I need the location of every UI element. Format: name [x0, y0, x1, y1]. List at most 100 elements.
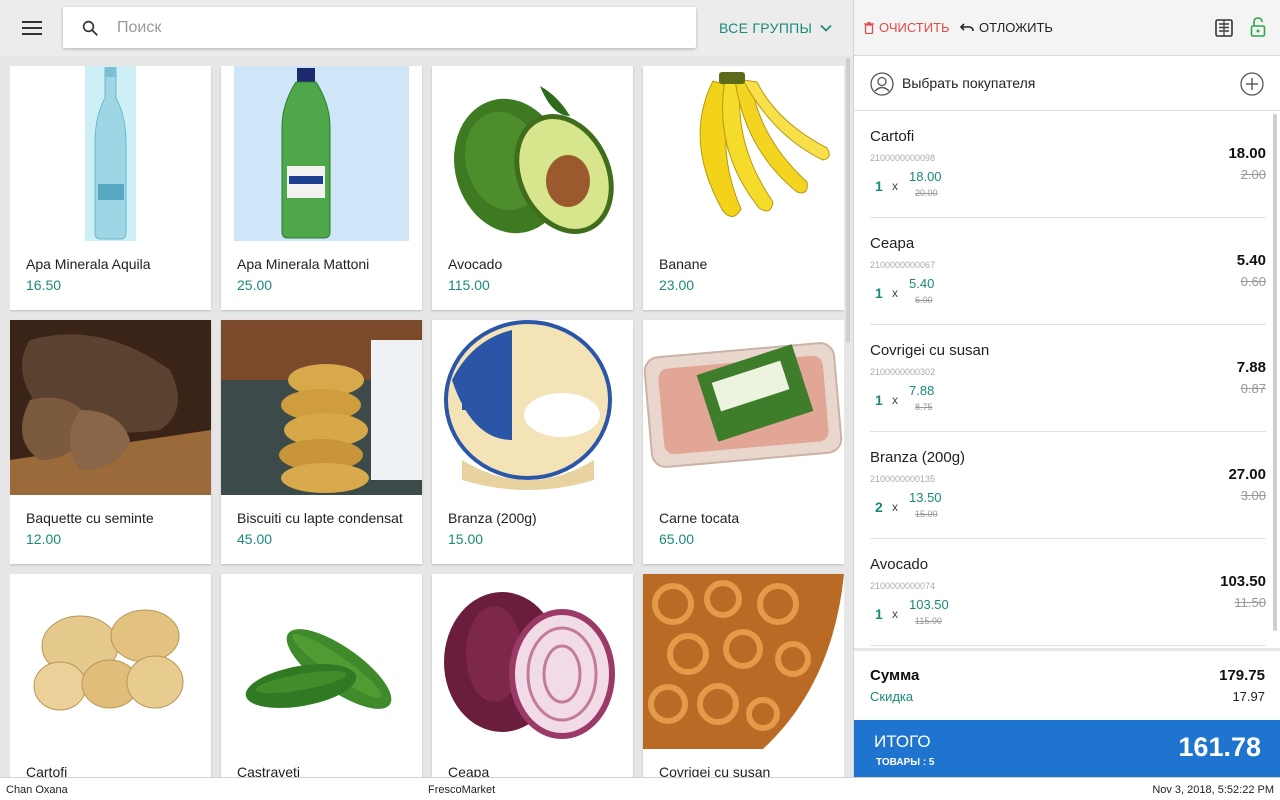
hamburger-icon-bar [22, 33, 42, 35]
product-name: Banane [659, 256, 708, 272]
line-code: 2100000000067 [870, 260, 936, 270]
product-name: Carne tocata [659, 510, 740, 526]
line-code: 2100000000135 [870, 474, 936, 484]
product-card[interactable]: Carne tocata 65.00 [643, 320, 844, 564]
line-unit-price: 5.40 [909, 276, 935, 291]
discount-value: 17.97 [1232, 689, 1265, 704]
line-total: 27.00 [1228, 466, 1266, 483]
line-old-price: 20.00 [915, 188, 938, 198]
product-card[interactable]: Avocado 115.00 [432, 66, 633, 310]
search-input[interactable] [117, 15, 677, 40]
cart-line[interactable]: Avocado 2100000000074 1 x 103.50 115.00 … [870, 539, 1266, 646]
product-image-onion [432, 574, 633, 749]
line-total: 18.00 [1228, 145, 1266, 162]
search-icon[interactable] [81, 19, 99, 37]
cart-summary: Сумма 179.75 Скидка 17.97 [854, 648, 1280, 720]
product-image-minced-meat-tray [643, 320, 844, 495]
line-multiply: x [892, 607, 898, 621]
cart-line[interactable]: Branza (200g) 2100000000135 2 x 13.50 15… [870, 432, 1266, 539]
line-qty[interactable]: 1 [875, 285, 883, 301]
product-price: 12.00 [26, 531, 62, 547]
sum-value: 179.75 [1219, 667, 1265, 684]
line-code: 2100000000074 [870, 581, 936, 591]
line-discount: 2.00 [1240, 167, 1266, 182]
total-value: 161.78 [1178, 732, 1261, 762]
discount-label[interactable]: Скидка [870, 689, 913, 704]
customer-label[interactable]: Выбрать покупателя [902, 75, 1035, 91]
product-image-water-bottle [10, 66, 211, 241]
product-card[interactable]: Apa Minerala Mattoni 25.00 [221, 66, 422, 310]
cart-toolbar: ОЧИСТИТЬ ОТЛОЖИТЬ [854, 0, 1280, 56]
total-label: ИТОГО [874, 732, 931, 751]
line-discount: 11.50 [1234, 595, 1266, 610]
line-qty[interactable]: 1 [875, 178, 883, 194]
product-price: 45.00 [237, 531, 273, 547]
line-total: 7.88 [1236, 359, 1266, 376]
line-old-price: 15.00 [915, 509, 938, 519]
cart-panel: ОЧИСТИТЬ ОТЛОЖИТЬ Выбрать покупателя Car… [853, 0, 1280, 777]
line-old-price: 115.00 [915, 616, 942, 626]
product-image-bread [10, 320, 211, 495]
line-unit-price: 103.50 [909, 597, 949, 612]
product-card[interactable]: Castraveti [221, 574, 422, 777]
product-card[interactable]: Branza (200g) 15.00 [432, 320, 633, 564]
product-name: Cartofi [26, 764, 68, 777]
cart-scrollbar[interactable] [1273, 114, 1277, 631]
defer-button[interactable]: ОТЛОЖИТЬ [960, 20, 1053, 35]
product-card[interactable]: Apa Minerala Aquila 16.50 [10, 66, 211, 310]
line-name: Cartofi [870, 128, 915, 145]
receipt-icon[interactable] [1214, 18, 1234, 38]
line-old-price: 6.00 [915, 295, 933, 305]
line-qty[interactable]: 1 [875, 392, 883, 408]
product-price: 15.00 [448, 531, 484, 547]
product-price: 16.50 [26, 277, 62, 293]
line-name: Branza (200g) [870, 449, 966, 466]
product-name: Castraveti [237, 764, 301, 777]
menu-button[interactable] [18, 16, 46, 40]
line-name: Covrigei cu susan [870, 342, 990, 359]
product-name: Baquette cu seminte [26, 510, 154, 526]
product-card[interactable]: Cartofi [10, 574, 211, 777]
product-card[interactable]: Baquette cu seminte 12.00 [10, 320, 211, 564]
status-bar: Chan Oxana FrescoMarket Nov 3, 2018, 5:5… [0, 777, 1280, 800]
product-name: Biscuiti cu lapte condensat [237, 510, 403, 526]
product-name: Apa Minerala Mattoni [237, 256, 370, 272]
line-qty[interactable]: 1 [875, 606, 883, 622]
product-image-water-bottle [221, 66, 422, 241]
lock-icon[interactable] [1250, 16, 1266, 38]
line-discount: 3.00 [1240, 488, 1266, 503]
product-price: 65.00 [659, 531, 695, 547]
product-name: Branza (200g) [448, 510, 537, 526]
status-datetime: Nov 3, 2018, 5:52:22 PM [1152, 784, 1274, 796]
line-code: 2100000000302 [870, 367, 936, 377]
product-image-pretzels [643, 574, 844, 749]
hamburger-icon [22, 21, 42, 23]
person-icon [870, 72, 894, 96]
product-price: 25.00 [237, 277, 273, 293]
product-card[interactable]: Banane 23.00 [643, 66, 844, 310]
catalog-scrollbar[interactable] [846, 58, 850, 343]
product-card[interactable]: Biscuiti cu lapte condensat 45.00 [221, 320, 422, 564]
line-qty[interactable]: 2 [875, 499, 883, 515]
clear-button[interactable]: ОЧИСТИТЬ [864, 20, 950, 35]
clear-label: ОЧИСТИТЬ [879, 20, 950, 35]
line-unit-price: 18.00 [909, 169, 942, 184]
customer-selector[interactable]: Выбрать покупателя [854, 56, 1280, 111]
groups-dropdown[interactable]: ВСЕ ГРУППЫ [719, 18, 832, 38]
cart-line[interactable]: Covrigei cu susan 2100000000302 1 x 7.88… [870, 325, 1266, 432]
product-name: Ceapa [448, 764, 490, 777]
line-total: 5.40 [1236, 252, 1266, 269]
line-old-price: 8.75 [915, 402, 933, 412]
line-unit-price: 13.50 [909, 490, 942, 505]
product-price: 23.00 [659, 277, 695, 293]
product-card[interactable]: Covrigei cu susan [643, 574, 844, 777]
cart-line[interactable]: Cartofi 2100000000098 1 x 18.00 20.00 18… [870, 111, 1266, 218]
add-customer-icon[interactable] [1240, 72, 1264, 96]
product-card[interactable]: Ceapa [432, 574, 633, 777]
line-name: Avocado [870, 556, 929, 573]
product-name: Covrigei cu susan [659, 764, 771, 777]
cart-line[interactable]: Ceapa 2100000000067 1 x 5.40 6.00 5.40 0… [870, 218, 1266, 325]
defer-label: ОТЛОЖИТЬ [979, 20, 1053, 35]
product-image-cheese-cup [432, 320, 633, 495]
checkout-button[interactable]: ИТОГО ТОВАРЫ : 5 161.78 [854, 720, 1280, 777]
